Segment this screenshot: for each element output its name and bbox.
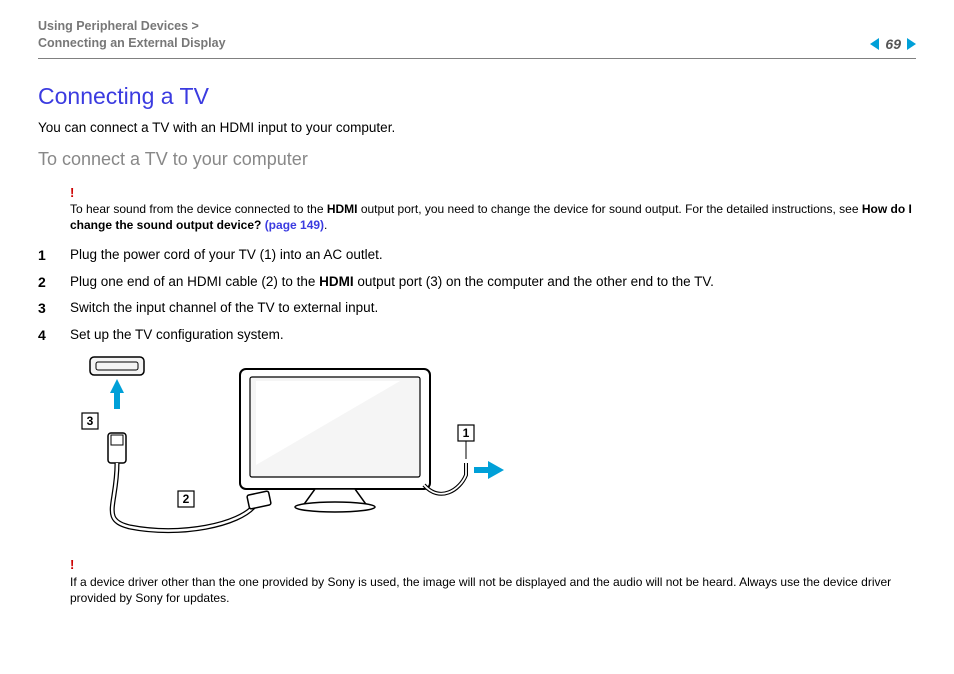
note-sound-output: ! To hear sound from the device connecte… [70, 184, 916, 234]
hdmi-port-icon [90, 357, 144, 375]
page-number: 69 [885, 36, 901, 52]
step-2-pre: Plug one end of an HDMI cable (2) to the [70, 274, 319, 289]
label-1-text: 1 [463, 426, 470, 440]
tv-icon [240, 369, 430, 512]
step-2-bold: HDMI [319, 274, 354, 289]
step-1-text: Plug the power cord of your TV (1) into … [70, 247, 383, 262]
note2-text: If a device driver other than the one pr… [70, 575, 891, 605]
note1-hdmi: HDMI [327, 202, 358, 216]
step-3: Switch the input channel of the TV to ex… [38, 299, 916, 318]
step-1: Plug the power cord of your TV (1) into … [38, 246, 916, 265]
page-title: Connecting a TV [38, 83, 916, 110]
page-header: Using Peripheral Devices > Connecting an… [38, 18, 916, 59]
arrow-to-outlet-icon [474, 461, 504, 479]
intro-text: You can connect a TV with an HDMI input … [38, 120, 916, 135]
label-2-box: 2 [178, 491, 194, 507]
arrow-to-port-icon [110, 379, 124, 409]
step-2: Plug one end of an HDMI cable (2) to the… [38, 273, 916, 292]
page-ref-link[interactable]: (page 149) [265, 218, 324, 232]
prev-page-arrow-icon[interactable] [870, 38, 879, 50]
next-page-arrow-icon[interactable] [907, 38, 916, 50]
note1-pre: To hear sound from the device connected … [70, 202, 327, 216]
warning-icon: ! [70, 184, 916, 202]
breadcrumb-line1: Using Peripheral Devices > [38, 18, 226, 35]
connection-diagram: 3 2 [70, 355, 916, 548]
label-2-text: 2 [183, 492, 190, 506]
steps-list: Plug the power cord of your TV (1) into … [38, 246, 916, 346]
warning-icon-2: ! [70, 556, 916, 574]
label-1-box: 1 [458, 425, 474, 441]
note-device-driver: ! If a device driver other than the one … [70, 556, 916, 606]
note1-mid: output port, you need to change the devi… [358, 202, 862, 216]
label-3-box: 3 [82, 413, 98, 429]
label-3-text: 3 [87, 414, 94, 428]
breadcrumb: Using Peripheral Devices > Connecting an… [38, 18, 226, 52]
pager: 69 [870, 36, 916, 52]
step-2-post: output port (3) on the computer and the … [354, 274, 714, 289]
step-4-text: Set up the TV configuration system. [70, 327, 284, 342]
subheading: To connect a TV to your computer [38, 149, 916, 170]
step-3-text: Switch the input channel of the TV to ex… [70, 300, 378, 315]
step-4: Set up the TV configuration system. [38, 326, 916, 345]
breadcrumb-line2: Connecting an External Display [38, 35, 226, 52]
note1-period: . [324, 218, 327, 232]
